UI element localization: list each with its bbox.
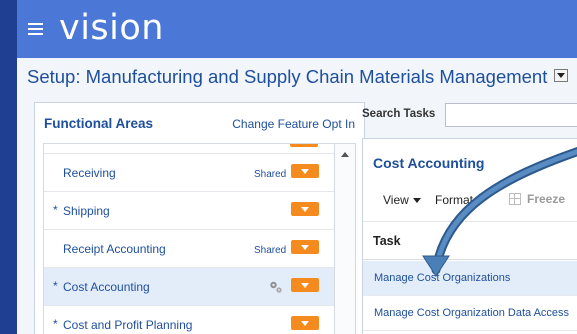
application-window: vision Setup: Manufacturing and Supply C…	[0, 0, 577, 334]
title-menu-dropdown-icon[interactable]	[554, 69, 568, 82]
left-edge-bar	[0, 0, 17, 334]
list-item-cost-accounting[interactable]: * Cost Accounting	[44, 268, 334, 306]
global-header: vision	[17, 0, 577, 58]
shared-label: Shared	[254, 169, 287, 180]
format-menu[interactable]: Format	[435, 193, 473, 207]
actions-dropdown-button[interactable]	[290, 144, 318, 147]
task-link[interactable]: Manage Cost Organizations	[374, 272, 510, 284]
list-item-receiving[interactable]: Receiving Shared	[44, 154, 334, 192]
page-title: Setup: Manufacturing and Supply Chain Ma…	[27, 66, 548, 87]
task-row-manage-cost-organizations[interactable]: Manage Cost Organizations	[363, 261, 577, 296]
freeze-button[interactable]: Freeze	[527, 192, 565, 206]
functional-areas-title: Functional Areas	[44, 116, 154, 131]
scroll-up-icon[interactable]	[341, 152, 349, 157]
actions-dropdown-button[interactable]	[291, 278, 319, 292]
list-item-receipt-accounting[interactable]: Receipt Accounting Shared	[44, 230, 334, 268]
search-tasks-label: Search Tasks	[362, 108, 436, 120]
required-indicator: *	[53, 317, 58, 331]
vertical-scrollbar[interactable]	[334, 144, 355, 334]
list-item-label: Cost and Profit Planning	[63, 318, 193, 332]
shared-label: Shared	[254, 245, 287, 256]
functional-areas-panel: Functional Areas Change Feature Opt In R…	[34, 102, 365, 334]
brand-logo: vision	[59, 8, 164, 48]
actions-dropdown-button[interactable]	[291, 240, 319, 254]
setup-page: Setup: Manufacturing and Supply Chain Ma…	[17, 58, 577, 334]
actions-dropdown-button[interactable]	[291, 316, 319, 330]
actions-dropdown-button[interactable]	[291, 202, 319, 216]
list-item-cost-and-profit-planning[interactable]: * Cost and Profit Planning	[44, 306, 334, 334]
cost-accounting-panel: Cost Accounting View Format Freeze Task …	[362, 138, 577, 334]
list-item-shipping[interactable]: * Shipping	[44, 192, 334, 230]
view-menu[interactable]: View	[383, 193, 421, 207]
list-item-label: Receipt Accounting	[63, 242, 166, 256]
required-indicator: *	[53, 203, 58, 217]
chevron-down-icon	[412, 198, 421, 204]
functional-areas-list: Receiving Shared * Shipping Receipt Acco…	[43, 143, 356, 334]
hamburger-menu-icon[interactable]	[28, 23, 43, 35]
list-item-label: Shipping	[63, 204, 110, 218]
change-feature-opt-in-link[interactable]: Change Feature Opt In	[232, 117, 355, 131]
task-row-manage-cost-organization-data-access[interactable]: Manage Cost Organization Data Access	[363, 296, 577, 331]
freeze-icon	[509, 193, 521, 205]
actions-dropdown-button[interactable]	[291, 164, 319, 178]
view-menu-label: View	[383, 193, 409, 207]
task-link[interactable]: Manage Cost Organization Data Access	[374, 307, 569, 319]
required-indicator: *	[53, 279, 58, 293]
gears-icon[interactable]	[268, 279, 284, 295]
list-item-label: Receiving	[63, 166, 116, 180]
list-item-label: Cost Accounting	[63, 280, 150, 294]
task-column-header[interactable]: Task	[363, 222, 577, 260]
cost-accounting-title: Cost Accounting	[373, 155, 485, 171]
task-column-header-label: Task	[373, 234, 401, 248]
list-item	[44, 144, 334, 154]
search-tasks-input[interactable]	[445, 103, 577, 127]
